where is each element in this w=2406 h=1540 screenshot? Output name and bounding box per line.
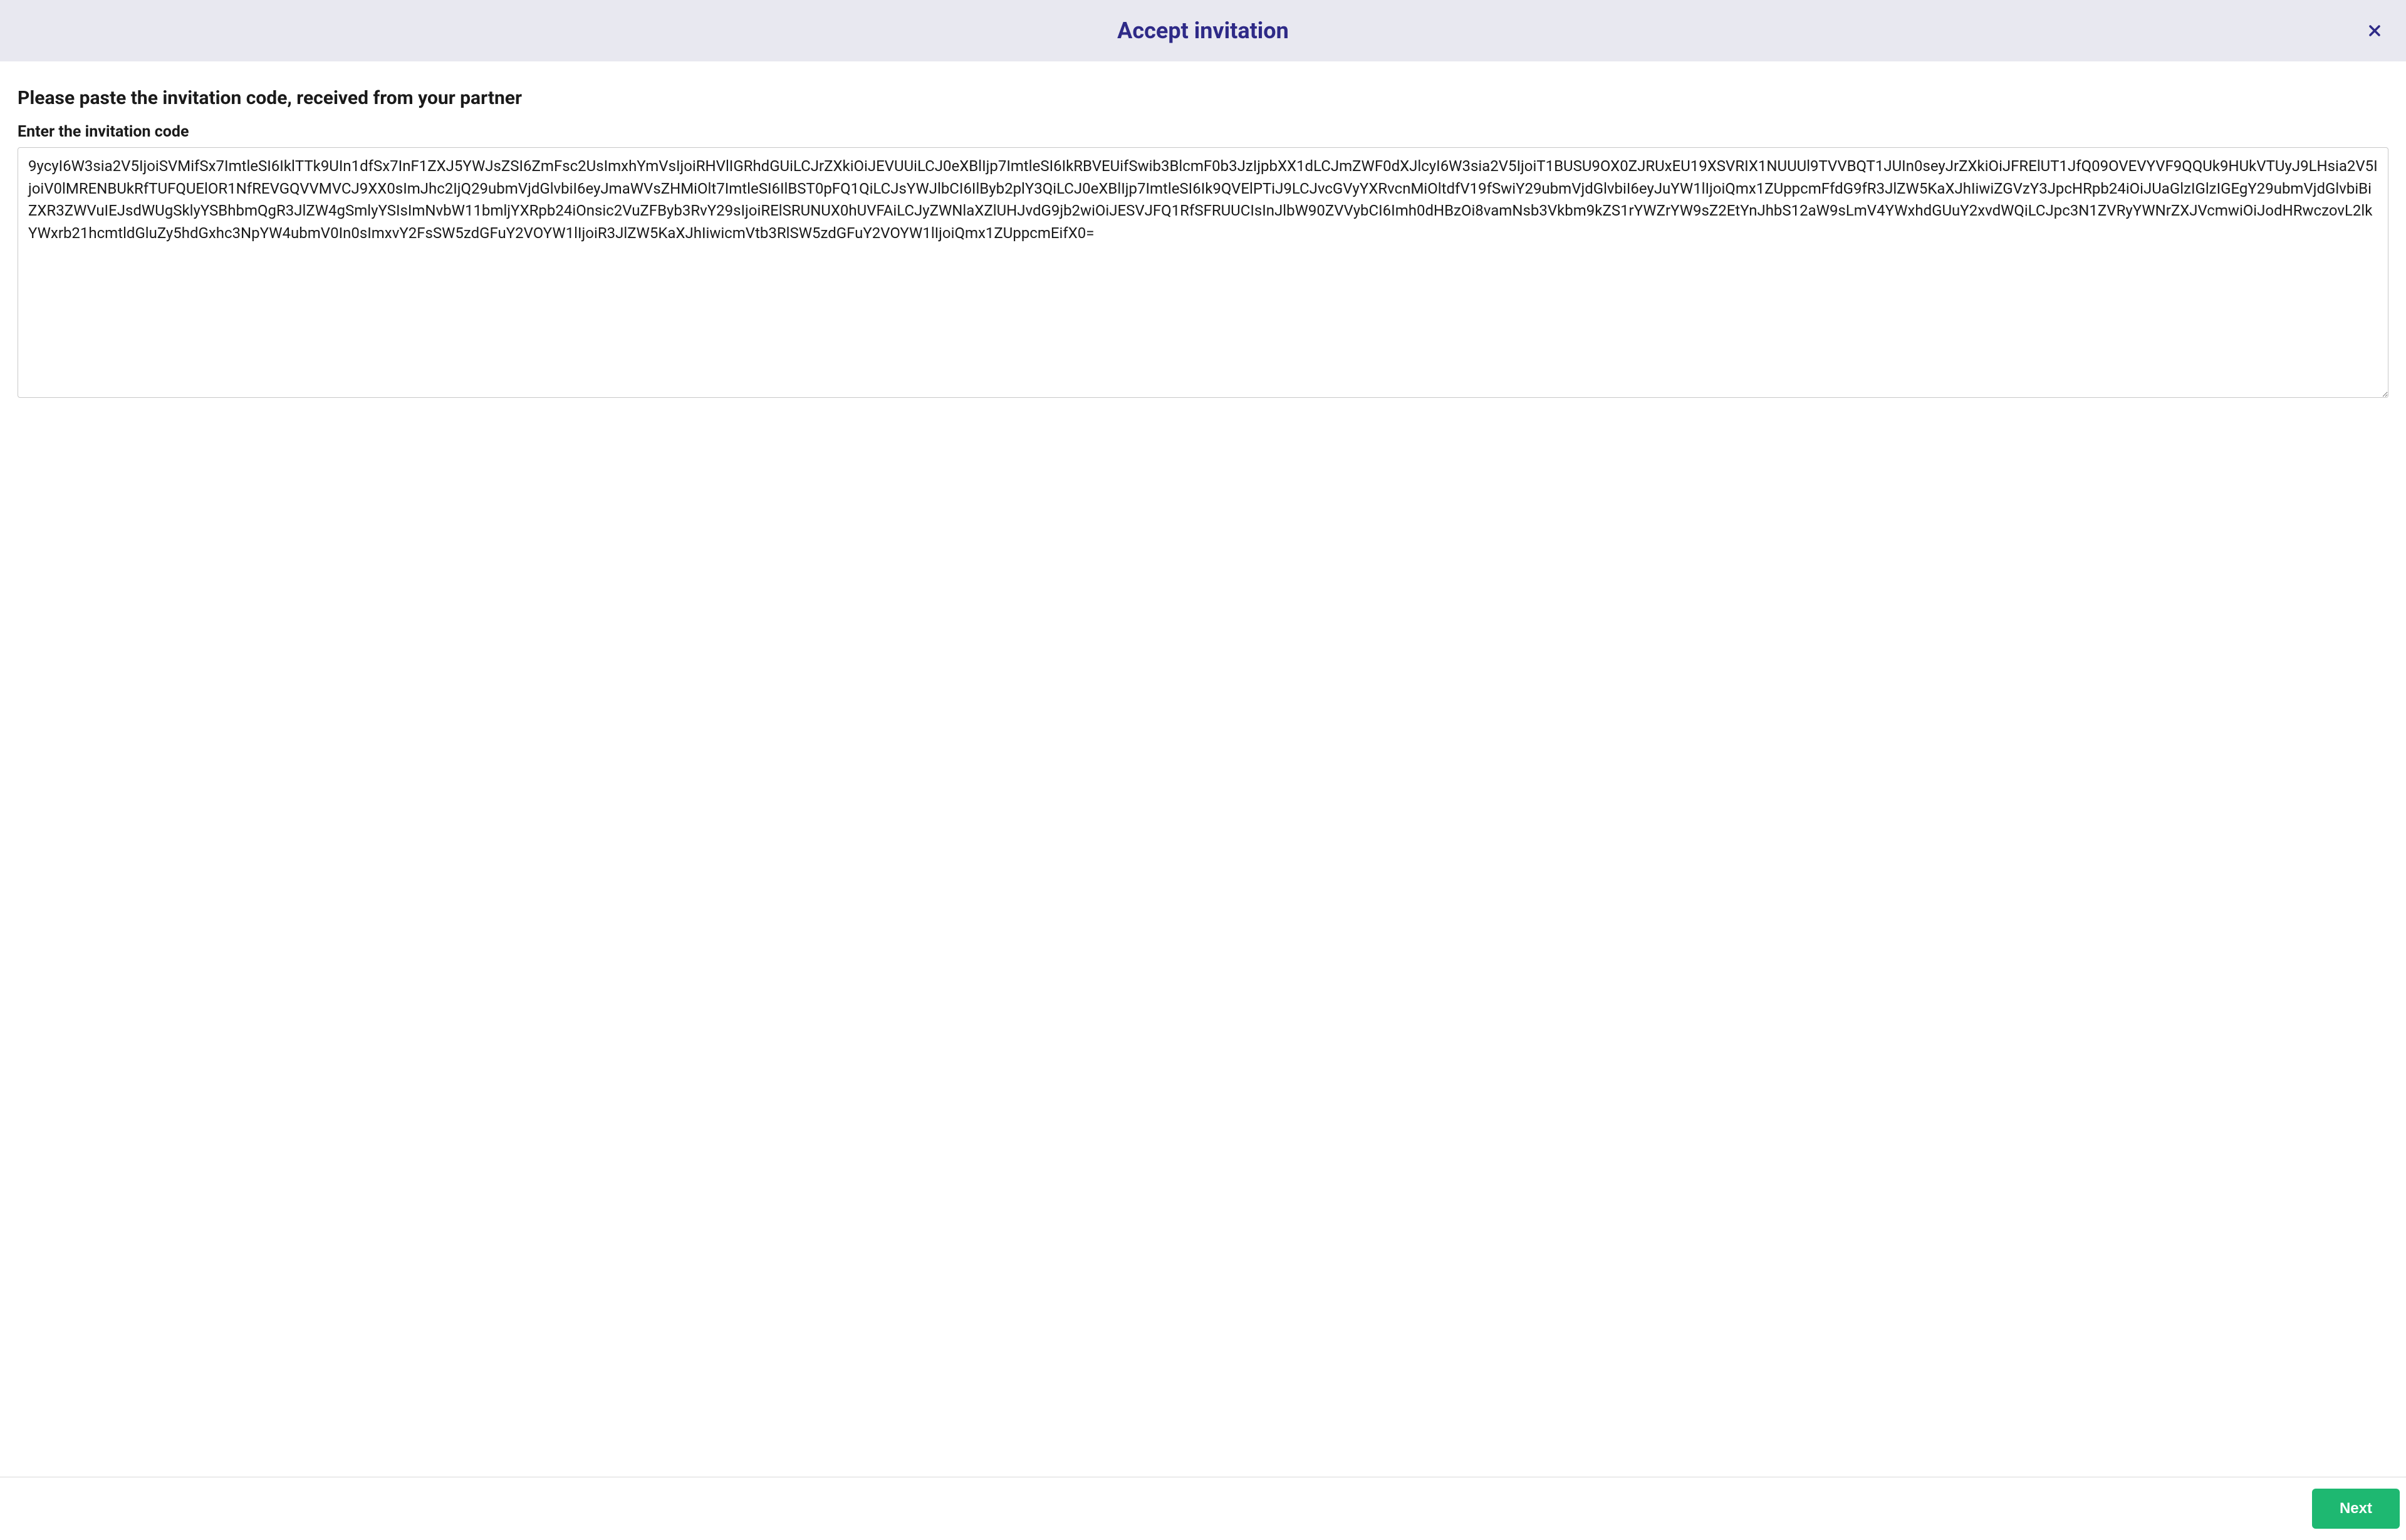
accept-invitation-modal: Accept invitation Please paste the invit…	[0, 0, 2406, 1540]
next-button[interactable]: Next	[2312, 1489, 2400, 1529]
modal-title: Accept invitation	[19, 18, 2387, 44]
invitation-code-label: Enter the invitation code	[18, 123, 2388, 141]
modal-body: Please paste the invitation code, receiv…	[0, 62, 2406, 1477]
modal-header: Accept invitation	[0, 0, 2406, 62]
modal-footer: Next	[0, 1477, 2406, 1540]
invitation-code-input[interactable]	[18, 147, 2388, 398]
instruction-text: Please paste the invitation code, receiv…	[18, 87, 2388, 109]
close-icon	[2367, 23, 2382, 38]
close-button[interactable]	[2362, 18, 2387, 43]
